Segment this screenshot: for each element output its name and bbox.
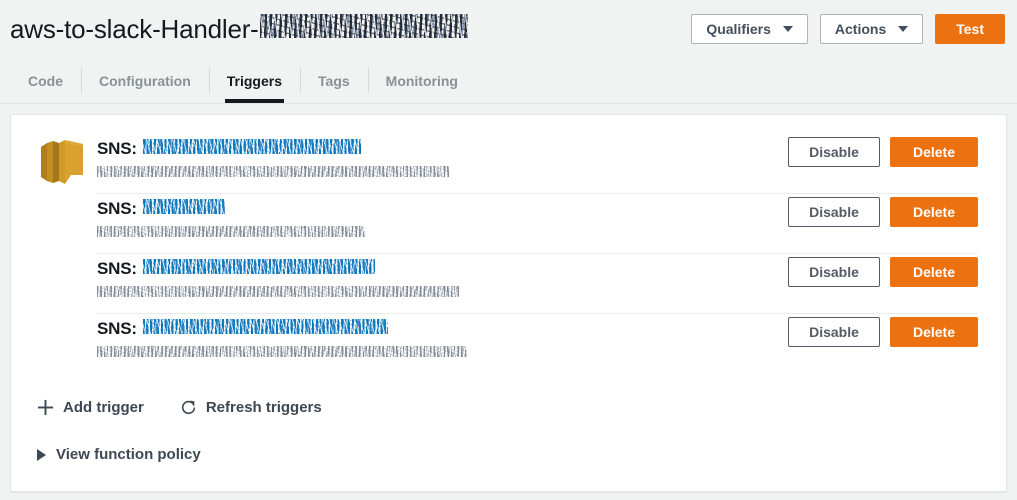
table-row: SNS: Disable Delete	[11, 133, 1006, 193]
trigger-info: SNS:	[97, 313, 788, 357]
trigger-description-redacted	[97, 286, 460, 297]
delete-button[interactable]: Delete	[890, 317, 978, 347]
qualifiers-dropdown-button[interactable]: Qualifiers	[691, 14, 808, 44]
trigger-topic-link[interactable]	[142, 259, 375, 274]
chevron-down-icon	[782, 26, 793, 32]
qualifiers-label: Qualifiers	[706, 21, 771, 37]
trigger-info: SNS:	[97, 253, 788, 297]
trigger-description	[97, 284, 788, 297]
trigger-topic-link[interactable]	[142, 139, 361, 154]
table-row: SNS: Disable Delete	[11, 313, 1006, 373]
chevron-down-icon	[898, 26, 909, 32]
plus-icon	[37, 399, 54, 416]
tab-bar: Code Configuration Triggers Tags Monitor…	[0, 58, 1017, 104]
table-row: SNS: Disable Delete	[11, 253, 1006, 313]
trigger-service-label: SNS:	[97, 139, 137, 158]
tab-code[interactable]: Code	[10, 58, 81, 103]
disable-button[interactable]: Disable	[788, 197, 880, 227]
card-actions: Add trigger Refresh triggers	[11, 373, 1006, 416]
function-name-prefix: aws-to-slack-Handler-	[10, 13, 259, 44]
trigger-description	[97, 344, 788, 357]
trigger-icon-cell	[33, 253, 97, 257]
row-divider	[97, 253, 978, 254]
trigger-description	[97, 224, 788, 237]
test-button[interactable]: Test	[935, 14, 1005, 44]
trigger-icon-cell	[33, 193, 97, 197]
row-divider	[97, 193, 978, 194]
tab-configuration[interactable]: Configuration	[81, 58, 209, 103]
trigger-list: SNS: Disable Delete SNS: Disable Delete …	[11, 133, 1006, 373]
tab-triggers[interactable]: Triggers	[208, 58, 300, 103]
triangle-right-icon	[37, 448, 46, 461]
trigger-topic-link[interactable]	[142, 199, 225, 214]
refresh-triggers-label: Refresh triggers	[205, 399, 322, 416]
row-divider	[97, 313, 978, 314]
trigger-description-redacted	[97, 166, 449, 177]
sns-topic-icon	[41, 140, 83, 184]
trigger-title: SNS:	[97, 139, 788, 159]
function-name-redacted	[259, 13, 468, 38]
trigger-description-redacted	[97, 346, 467, 357]
row-actions: Disable Delete	[788, 313, 978, 347]
page-header: aws-to-slack-Handler- Qualifiers Actions…	[0, 0, 1017, 58]
table-row: SNS: Disable Delete	[11, 193, 1006, 253]
page-title: aws-to-slack-Handler-	[10, 13, 468, 45]
trigger-icon-cell	[33, 133, 97, 187]
trigger-title: SNS:	[97, 319, 788, 339]
trigger-service-label: SNS:	[97, 319, 137, 338]
disable-button[interactable]: Disable	[788, 257, 880, 287]
header-actions: Qualifiers Actions Test	[691, 14, 1005, 44]
refresh-icon	[181, 400, 196, 415]
trigger-info: SNS:	[97, 133, 788, 177]
trigger-service-label: SNS:	[97, 259, 137, 278]
actions-label: Actions	[834, 21, 887, 37]
row-actions: Disable Delete	[788, 253, 978, 287]
trigger-description	[97, 164, 788, 177]
actions-dropdown-button[interactable]: Actions	[819, 14, 924, 44]
trigger-description-redacted	[97, 226, 365, 237]
trigger-title: SNS:	[97, 199, 788, 219]
triggers-card: SNS: Disable Delete SNS: Disable Delete …	[10, 114, 1007, 492]
tab-tags[interactable]: Tags	[300, 58, 368, 103]
row-actions: Disable Delete	[788, 133, 978, 167]
trigger-icon-cell	[33, 313, 97, 317]
view-function-policy-label: View function policy	[56, 446, 201, 463]
delete-button[interactable]: Delete	[890, 197, 978, 227]
trigger-service-label: SNS:	[97, 199, 137, 218]
refresh-triggers-button[interactable]: Refresh triggers	[180, 399, 322, 416]
tab-monitoring[interactable]: Monitoring	[367, 58, 476, 103]
add-trigger-button[interactable]: Add trigger	[37, 399, 144, 416]
delete-button[interactable]: Delete	[890, 137, 978, 167]
disable-button[interactable]: Disable	[788, 137, 880, 167]
delete-button[interactable]: Delete	[890, 257, 978, 287]
trigger-topic-link[interactable]	[142, 319, 388, 334]
trigger-title: SNS:	[97, 259, 788, 279]
trigger-info: SNS:	[97, 193, 788, 237]
view-function-policy-toggle[interactable]: View function policy	[11, 416, 1006, 463]
disable-button[interactable]: Disable	[788, 317, 880, 347]
add-trigger-label: Add trigger	[63, 399, 144, 416]
row-actions: Disable Delete	[788, 193, 978, 227]
